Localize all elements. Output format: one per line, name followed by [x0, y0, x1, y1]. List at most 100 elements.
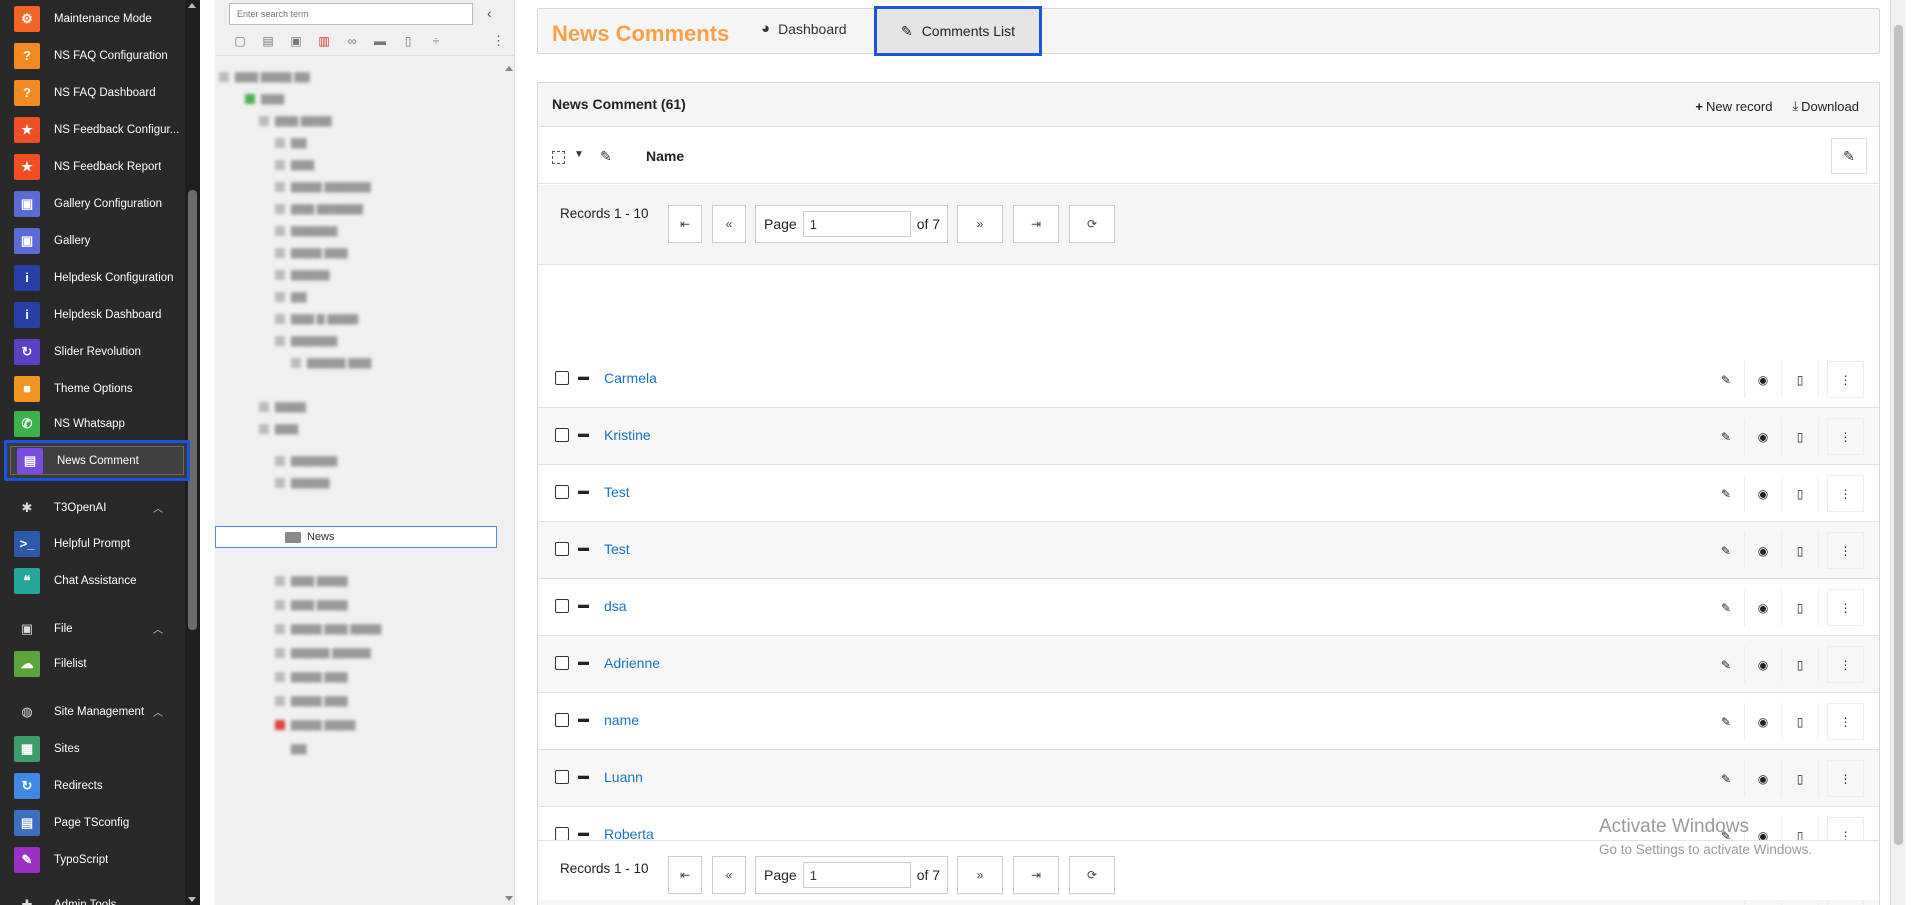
toggle-visibility-icon[interactable]: ◉	[1745, 703, 1782, 740]
more-actions-icon[interactable]: ⋮	[1827, 532, 1864, 569]
row-checkbox[interactable]	[555, 599, 569, 613]
column-settings-button[interactable]: ✎	[1831, 138, 1867, 174]
tree-node[interactable]: ▇▇▇▇▇	[275, 266, 385, 284]
module-menu-item[interactable]: ✆ NS Whatsapp	[0, 405, 185, 442]
next-page-button[interactable]: »	[957, 856, 1003, 894]
new-page-icon[interactable]: ▢	[229, 33, 251, 49]
tree-node[interactable]: ▇▇▇	[259, 420, 359, 438]
page-input[interactable]	[802, 862, 911, 888]
page-input[interactable]	[802, 211, 911, 237]
scroll-down-icon[interactable]	[505, 896, 513, 901]
tree-node[interactable]: ▇▇	[291, 740, 351, 758]
module-menu-item[interactable]: ✎ TypoScript	[0, 841, 185, 878]
scrollbar-thumb[interactable]	[1894, 25, 1903, 845]
toggle-visibility-icon[interactable]: ◉	[1745, 760, 1782, 797]
row-checkbox[interactable]	[555, 827, 569, 841]
edit-icon[interactable]: ✎	[1708, 418, 1745, 455]
tree-node[interactable]: ▇▇▇	[245, 90, 325, 108]
more-actions-icon[interactable]: ⋮	[1827, 361, 1864, 398]
trash-icon[interactable]: ▯	[397, 33, 419, 49]
record-name-link[interactable]: Adrienne	[604, 655, 660, 671]
module-group-header[interactable]: ✚ Admin Tools ︿	[0, 886, 185, 905]
tree-node[interactable]: ▇▇▇▇ ▇▇▇▇	[275, 716, 405, 734]
scrollbar-thumb[interactable]	[188, 190, 197, 630]
edit-icon[interactable]: ✎	[1708, 760, 1745, 797]
tree-node[interactable]: ▇▇▇ ▇▇▇▇	[259, 112, 399, 130]
select-all-checkbox[interactable]	[552, 151, 565, 164]
module-group-header[interactable]: ◍ Site Management ︿	[0, 693, 185, 730]
delete-icon[interactable]: ▯	[1782, 532, 1819, 569]
chevron-down-icon[interactable]: ▼	[574, 149, 584, 160]
folder-icon[interactable]: ▬	[369, 33, 391, 49]
new-page-upload-icon[interactable]: ▣	[285, 33, 307, 49]
edit-icon[interactable]: ✎	[1708, 532, 1745, 569]
edit-icon[interactable]: ✎	[1708, 589, 1745, 626]
module-menu-item[interactable]: ↻ Redirects	[0, 767, 185, 804]
previous-page-button[interactable]: «	[712, 856, 746, 894]
module-menu-item[interactable]: ↻ Slider Revolution	[0, 333, 185, 370]
tree-node[interactable]: ▇▇	[275, 134, 355, 152]
delete-icon[interactable]: ▯	[1782, 361, 1819, 398]
tree-node[interactable]: ▇▇▇ ▇▇▇▇▇▇	[275, 200, 445, 218]
scroll-up-icon[interactable]	[188, 3, 196, 8]
tab-dashboard[interactable]: ◕ Dashboard	[761, 20, 847, 37]
more-actions-icon[interactable]: ⋮	[1827, 703, 1864, 740]
scroll-down-icon[interactable]	[188, 897, 196, 902]
module-menu-item[interactable]: ■ Theme Options	[0, 370, 185, 407]
chevron-up-icon[interactable]: ︿	[153, 500, 163, 515]
toggle-visibility-icon[interactable]: ◉	[1745, 646, 1782, 683]
tree-node[interactable]: ▇▇▇▇▇ ▇▇▇▇▇	[275, 644, 435, 662]
refresh-button[interactable]: ⟳	[1069, 856, 1115, 894]
tree-node-selected[interactable]: News	[215, 526, 497, 548]
edit-icon[interactable]: ✎	[1708, 361, 1745, 398]
delete-icon[interactable]: ▯	[1782, 760, 1819, 797]
delete-icon[interactable]: ▯	[1782, 418, 1819, 455]
module-group-header[interactable]: ✱ T3OpenAI ︿	[0, 489, 185, 526]
module-menu-item[interactable]: ▦ Sites	[0, 730, 185, 767]
delete-icon[interactable]: ▯	[1782, 589, 1819, 626]
row-checkbox[interactable]	[555, 542, 569, 556]
module-menu-item[interactable]: i Helpdesk Dashboard	[0, 296, 185, 333]
toggle-visibility-icon[interactable]: ◉	[1745, 361, 1782, 398]
row-checkbox[interactable]	[555, 656, 569, 670]
toggle-visibility-icon[interactable]: ◉	[1745, 418, 1782, 455]
edit-columns-icon[interactable]: ✎	[600, 148, 612, 165]
tree-node[interactable]: ▇▇▇▇▇▇	[275, 332, 405, 350]
module-menu-item[interactable]: ★ NS Feedback Report	[0, 148, 185, 185]
tree-node[interactable]: ▇▇▇▇	[259, 398, 359, 416]
new-page-content-icon[interactable]: ▤	[257, 33, 279, 49]
record-name-link[interactable]: Test	[604, 484, 630, 500]
module-group-header[interactable]: ▣ File ︿	[0, 610, 185, 647]
download-button[interactable]: ⤓ Download	[1792, 98, 1859, 114]
new-record-button[interactable]: + New record	[1695, 98, 1772, 114]
first-page-button[interactable]: ⇤	[668, 856, 702, 894]
tree-node[interactable]: ▇▇▇▇ ▇▇▇	[275, 692, 405, 710]
record-name-link[interactable]: Kristine	[604, 427, 651, 443]
module-menu-item[interactable]: >_ Helpful Prompt	[0, 525, 185, 562]
more-actions-icon[interactable]: ⋮	[1827, 760, 1864, 797]
column-name-header[interactable]: Name	[646, 148, 684, 164]
more-actions-icon[interactable]: ⋮	[1827, 418, 1864, 455]
chevron-up-icon[interactable]: ︿	[153, 897, 163, 905]
first-page-button[interactable]: ⇤	[668, 205, 702, 243]
toggle-visibility-icon[interactable]: ◉	[1745, 475, 1782, 512]
edit-icon[interactable]: ✎	[1708, 703, 1745, 740]
delete-page-icon[interactable]: ▥	[313, 33, 335, 49]
tree-node[interactable]: ▇▇▇▇ ▇▇▇	[275, 668, 405, 686]
record-name-link[interactable]: Carmela	[604, 370, 657, 386]
tree-scrollbar[interactable]	[503, 56, 515, 905]
row-checkbox[interactable]	[555, 770, 569, 784]
tree-node[interactable]: ▇▇▇ ▇▇▇▇ ▇▇	[219, 68, 379, 86]
row-checkbox[interactable]	[555, 713, 569, 727]
next-page-button[interactable]: »	[957, 205, 1003, 243]
record-name-link[interactable]: Test	[604, 541, 630, 557]
toggle-visibility-icon[interactable]: ◉	[1745, 589, 1782, 626]
tree-node[interactable]: ▇▇▇ ▇▇▇▇	[275, 596, 405, 614]
more-actions-icon[interactable]: ⋮	[1827, 589, 1864, 626]
previous-page-button[interactable]: «	[712, 205, 746, 243]
row-checkbox[interactable]	[555, 428, 569, 442]
tree-node[interactable]: ▇▇▇▇▇ ▇▇▇	[291, 354, 431, 372]
more-actions-icon[interactable]: ⋮	[1827, 475, 1864, 512]
main-scrollbar[interactable]	[1890, 0, 1905, 905]
record-name-link[interactable]: name	[604, 712, 639, 728]
